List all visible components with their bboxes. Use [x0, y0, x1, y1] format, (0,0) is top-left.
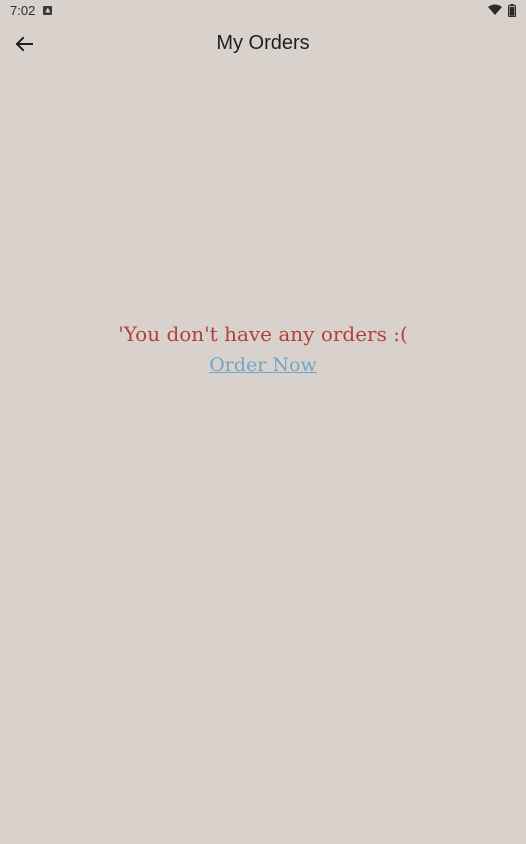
order-now-link[interactable]: Order Now	[209, 354, 317, 376]
empty-state: 'You don't have any orders :( Order Now	[0, 318, 526, 376]
status-right	[488, 3, 516, 17]
page-title: My Orders	[216, 32, 310, 54]
status-bar: 7:02	[0, 0, 526, 20]
battery-icon	[508, 3, 516, 17]
status-left: 7:02	[10, 2, 53, 18]
app-bar: My Orders	[0, 20, 526, 68]
status-time: 7:02	[10, 2, 36, 18]
notification-icon	[43, 5, 53, 15]
wifi-icon	[488, 4, 502, 16]
empty-orders-message: 'You don't have any orders :(	[118, 322, 408, 346]
